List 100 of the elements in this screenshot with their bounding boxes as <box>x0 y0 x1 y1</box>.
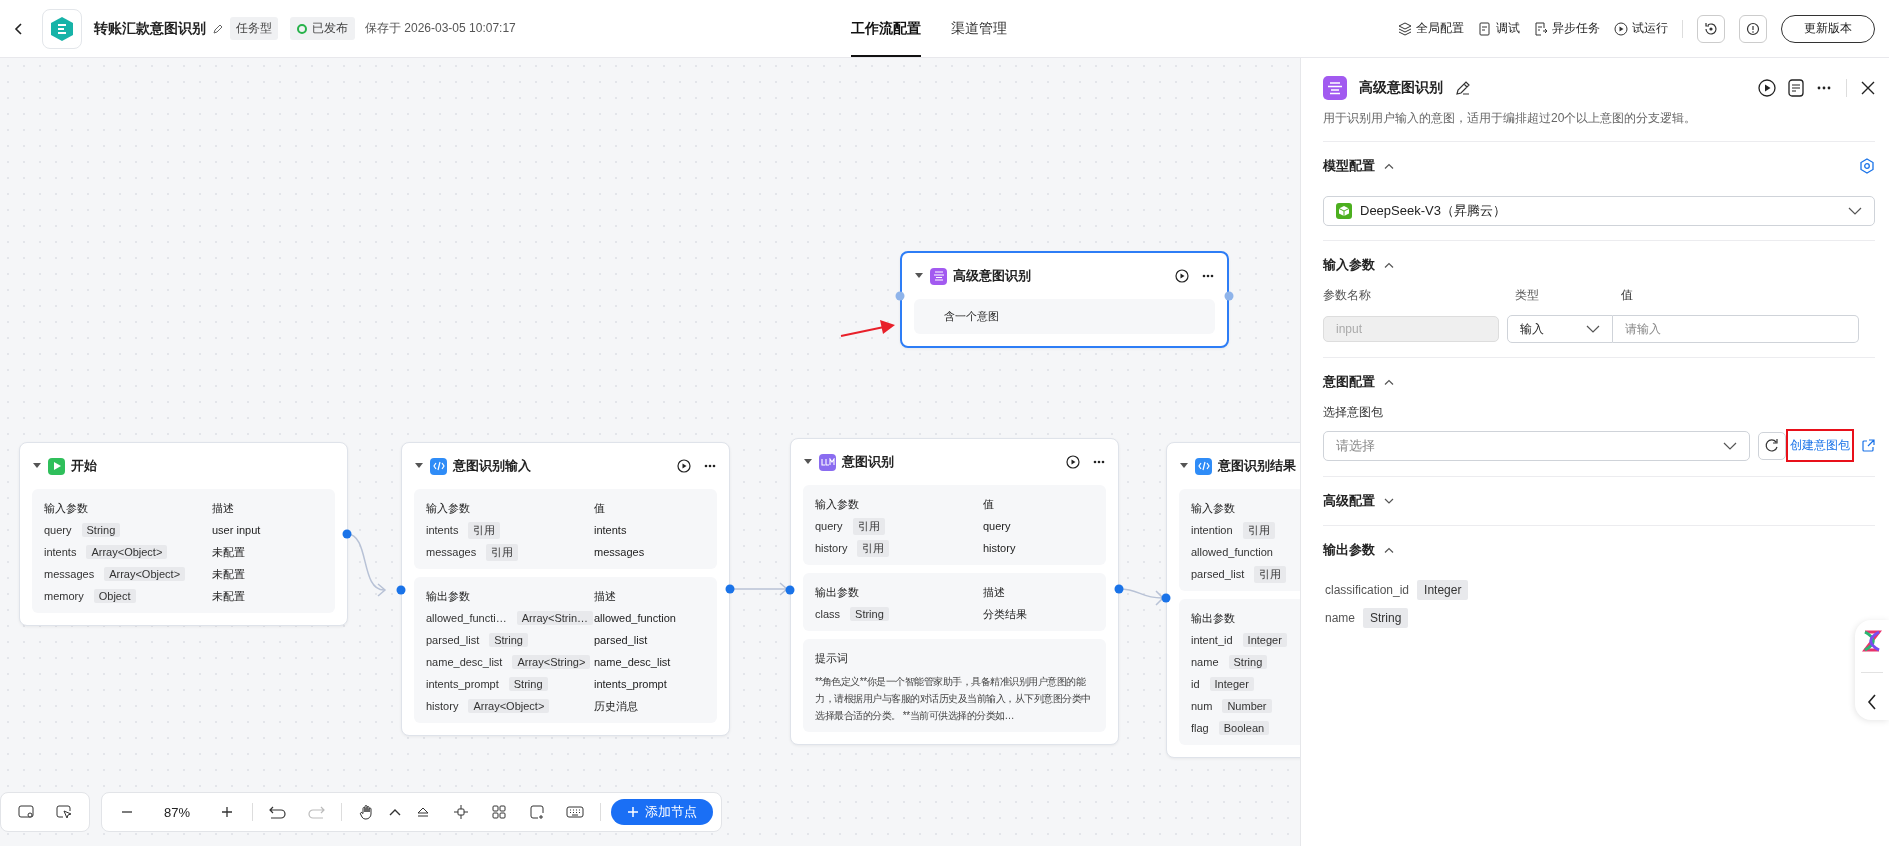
parameter-value: messages <box>594 546 646 558</box>
parameter-name: query <box>44 524 72 536</box>
collapse-caret-icon[interactable] <box>1179 462 1189 470</box>
intent-package-select[interactable]: 请选择 <box>1323 430 1750 461</box>
column-header: 值 <box>1620 287 1634 304</box>
run-icon[interactable] <box>1066 455 1080 469</box>
collapse-caret-icon[interactable] <box>32 462 42 470</box>
prompt-text: **角色定义**你是一个智能管家助手，具备精准识别用户意图的能力，请根据用户与客服的对话历史及当前输入，从下列意图分类中选择最合适的分类。 **当前可供选择的分类如… <box>815 675 1092 723</box>
parameter-name: class <box>815 608 841 620</box>
type-tag: Integer <box>1417 580 1469 600</box>
connection-port[interactable] <box>725 584 735 594</box>
pointer-icon[interactable] <box>56 805 72 819</box>
type-tag: Boolean <box>1218 721 1270 735</box>
info-button[interactable] <box>1739 14 1767 43</box>
parameter-value: 历史消息 <box>594 698 639 714</box>
parameter-name: name_desc_list <box>426 656 503 668</box>
zoom-in-icon[interactable] <box>220 805 234 819</box>
more-icon[interactable] <box>1816 86 1832 90</box>
workflow-node[interactable]: 开始 输入参数 描述 query String user input intents Array<Object> 未配置 messages Array<Object> 未配置 memory Object 未配置 <box>19 442 348 626</box>
connection-port[interactable] <box>1161 593 1171 603</box>
zoom-level: 87% <box>163 804 191 820</box>
close-icon[interactable] <box>1861 81 1875 95</box>
parameter-value: history <box>983 542 1017 554</box>
run-icon[interactable] <box>1758 79 1776 97</box>
parameter-value: 未配置 <box>212 566 246 582</box>
model-select[interactable]: DeepSeek-V3（昇腾云） <box>1323 196 1875 226</box>
parameter-name: intents <box>426 524 459 536</box>
llm-icon <box>819 453 836 471</box>
chevron-left-icon[interactable] <box>1867 693 1877 710</box>
edit-icon[interactable] <box>212 22 224 35</box>
play-icon <box>1614 21 1628 36</box>
keyboard-icon[interactable] <box>566 805 584 819</box>
eject-icon[interactable] <box>416 805 430 819</box>
add-node-button[interactable]: 添加节点 <box>611 799 713 825</box>
minimap-icon[interactable] <box>18 805 34 819</box>
crosshair-icon[interactable] <box>453 804 469 820</box>
history-icon <box>1703 20 1719 37</box>
settings-icon[interactable] <box>1859 158 1875 174</box>
code-icon <box>1195 457 1212 475</box>
run-icon[interactable] <box>677 459 691 473</box>
undo-icon[interactable] <box>268 805 288 819</box>
connection-port[interactable] <box>1224 291 1234 301</box>
more-icon[interactable] <box>1092 460 1106 464</box>
chevron-down-icon[interactable] <box>1383 497 1395 505</box>
connection-port[interactable] <box>342 529 352 539</box>
parameter-name: id <box>1191 678 1200 690</box>
type-tag: 任务型 <box>230 17 278 40</box>
section-heading: 描述 <box>212 500 235 516</box>
type-tag: String <box>1228 655 1268 669</box>
collapse-caret-icon[interactable] <box>414 462 424 470</box>
section-heading: 值 <box>983 496 995 512</box>
section-heading: 输出参数 <box>1191 610 1236 626</box>
parameter-name: num <box>1191 700 1213 712</box>
workflow-node[interactable]: 高级意图识别 含一个意图 <box>900 251 1229 348</box>
play-icon <box>48 457 65 475</box>
type-tag: Integer <box>1209 677 1254 691</box>
workflow-node[interactable]: 意图识别结果 输入参数 intention 引用 allowed_function parsed_list 引用 输出参数 intent_id Integer name String id Integer num Number flag Boolean <box>1166 442 1300 758</box>
run-icon[interactable] <box>1175 269 1189 283</box>
refresh-button[interactable] <box>1758 431 1786 460</box>
chevron-up-icon[interactable] <box>388 807 402 817</box>
connection-port[interactable] <box>396 585 406 595</box>
hand-icon[interactable] <box>359 804 375 820</box>
workflow-node[interactable] <box>401 442 730 736</box>
toolbar-action[interactable]: 全局配置 <box>1398 20 1464 37</box>
status-badge: 已发布 <box>290 17 355 40</box>
collapse-caret-icon[interactable] <box>914 272 924 280</box>
parameter-value: 未配置 <box>212 544 246 560</box>
section-heading: 输入参数 <box>44 500 89 516</box>
section-title: 输入参数 <box>1323 256 1375 274</box>
assistant-logo-icon[interactable] <box>1862 630 1882 653</box>
connection-port[interactable] <box>895 291 905 301</box>
workflow-node[interactable]: 意图识别 输入参数 值 query 引用 query history 引用 history 输出参数 描述 class String 分类结果 提示词 **角色定义**你是一个智能管家助手，具备精准识别用户意图的能力，请根据用户与客服的对话历史及当前输入，从下列意图分类中选择最合适的分类。 **当前可供选择的分类如… <box>790 438 1119 745</box>
toolbar-action[interactable]: 异步任务 <box>1534 20 1600 37</box>
parameter-name: memory <box>44 590 84 602</box>
connection-port[interactable] <box>1114 584 1124 594</box>
plus-icon <box>627 806 639 818</box>
parameter-name: intention <box>1191 524 1233 536</box>
section-heading: 描述 <box>594 588 617 604</box>
create-intent-package-link[interactable]: 创建意图包 <box>1786 429 1854 462</box>
connection-port[interactable] <box>785 585 795 595</box>
tab[interactable]: 渠道管理 <box>950 0 1007 57</box>
node-title: 意图识别结果 <box>1218 457 1297 475</box>
edit-icon[interactable] <box>1455 80 1471 96</box>
grid-icon[interactable] <box>491 804 507 820</box>
external-link-icon[interactable] <box>1862 439 1875 452</box>
more-icon[interactable] <box>703 464 717 468</box>
section-heading: 值 <box>594 500 606 516</box>
parameter-name: allowed_functi… <box>426 612 507 624</box>
node-title: 意图识别 <box>842 453 895 471</box>
toolbar-action[interactable]: 试运行 <box>1614 20 1668 37</box>
history-button[interactable] <box>1697 14 1725 43</box>
collapse-caret-icon[interactable] <box>803 458 813 466</box>
workflow-title: 转账汇款意图识别 <box>94 19 206 38</box>
list-icon <box>1323 76 1347 100</box>
toolbar-action[interactable]: 调试 <box>1478 20 1520 37</box>
section-title: 输出参数 <box>1323 541 1375 559</box>
document-icon[interactable] <box>1788 79 1804 97</box>
more-icon[interactable] <box>1201 274 1215 278</box>
section-heading: 提示词 <box>815 650 849 666</box>
add-note-icon[interactable] <box>529 804 545 820</box>
